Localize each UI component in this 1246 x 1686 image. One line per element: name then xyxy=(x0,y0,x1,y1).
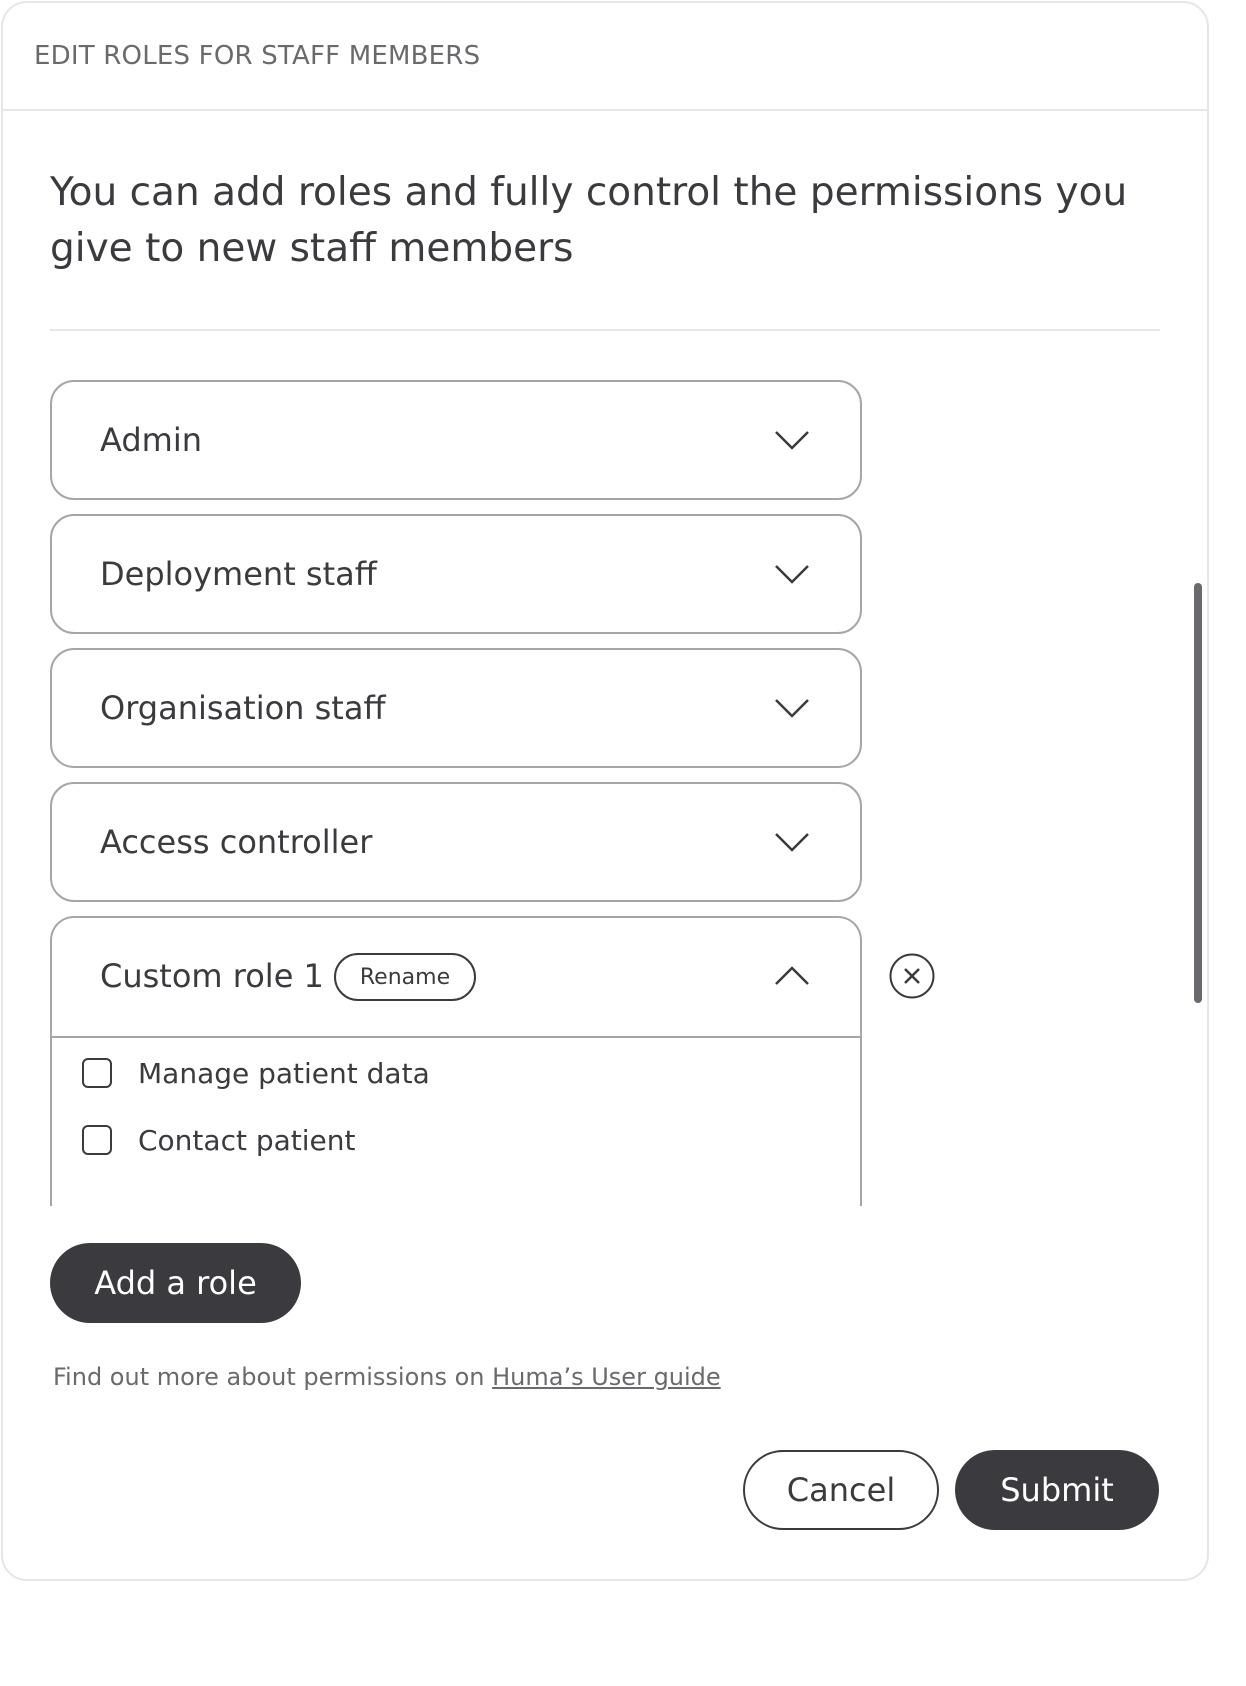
permission-label: Contact patient xyxy=(138,1123,356,1157)
role-label: Deployment staff xyxy=(100,555,377,593)
add-role-button[interactable]: Add a role xyxy=(50,1243,301,1323)
user-guide-link[interactable]: Huma’s User guide xyxy=(492,1363,721,1391)
role-label: Admin xyxy=(100,421,202,459)
dialog-header: EDIT ROLES FOR STAFF MEMBERS xyxy=(3,3,1207,111)
chevron-down-icon xyxy=(775,431,809,450)
cancel-button[interactable]: Cancel xyxy=(743,1450,939,1530)
role-dropdown-deployment-staff[interactable]: Deployment staff xyxy=(50,514,862,634)
role-dropdown-organisation-staff[interactable]: Organisation staff xyxy=(50,648,862,768)
scrollbar-thumb[interactable] xyxy=(1194,583,1202,1003)
dialog-title: EDIT ROLES FOR STAFF MEMBERS xyxy=(34,41,481,71)
permission-item[interactable]: Contact patient xyxy=(82,1120,355,1160)
intro-text: You can add roles and fully control the … xyxy=(50,170,1128,271)
role-label: Custom role 1 xyxy=(100,957,324,995)
permissions-note: Find out more about permissions on Huma’… xyxy=(53,1363,721,1391)
roles-list[interactable]: Admin Deployment staff Organisation staf… xyxy=(50,380,950,1224)
chevron-down-icon xyxy=(775,699,809,718)
submit-button[interactable]: Submit xyxy=(955,1450,1159,1530)
rename-button[interactable]: Rename xyxy=(334,953,476,1001)
permissions-note-text: Find out more about permissions on xyxy=(53,1363,493,1391)
role-label: Organisation staff xyxy=(100,689,386,727)
remove-role-button[interactable] xyxy=(888,952,936,1000)
custom-role-header[interactable]: Custom role 1 Rename xyxy=(52,918,860,1038)
divider xyxy=(50,329,1160,331)
role-dropdown-admin[interactable]: Admin xyxy=(50,380,862,500)
chevron-down-icon xyxy=(775,565,809,584)
permission-label: Manage patient data xyxy=(138,1056,430,1090)
close-circle-icon xyxy=(889,953,935,999)
role-dropdown-custom-role[interactable]: Custom role 1 Rename Manage patient data… xyxy=(50,916,862,1206)
edit-roles-dialog: EDIT ROLES FOR STAFF MEMBERS You can add… xyxy=(1,1,1209,1581)
permission-item[interactable]: Manage patient data xyxy=(82,1053,430,1093)
role-dropdown-access-controller[interactable]: Access controller xyxy=(50,782,862,902)
chevron-up-icon xyxy=(775,966,809,985)
permission-checkbox[interactable] xyxy=(82,1058,112,1088)
role-label: Access controller xyxy=(100,823,373,861)
chevron-down-icon xyxy=(775,833,809,852)
permission-checkbox[interactable] xyxy=(82,1125,112,1155)
